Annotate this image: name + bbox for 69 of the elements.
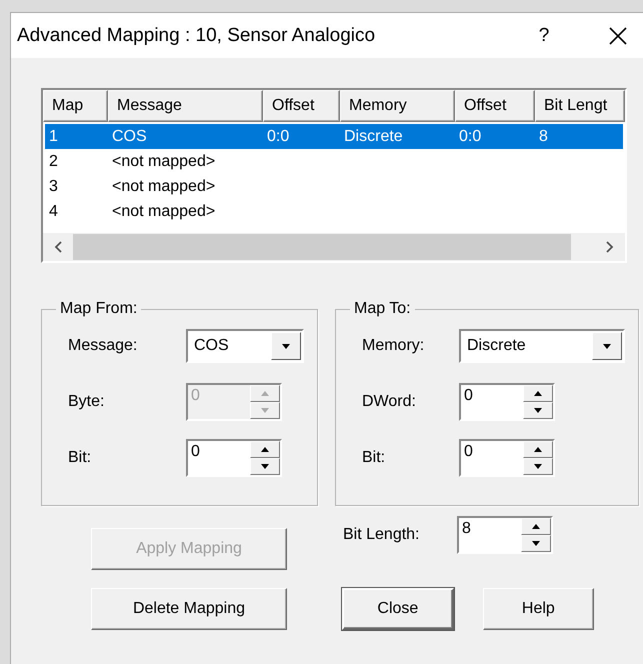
up-arrow-icon xyxy=(534,391,542,396)
down-arrow-icon xyxy=(261,408,269,413)
field-label: Bit: xyxy=(361,449,386,467)
list-cell-text: 0:0 xyxy=(266,128,290,146)
list-cell-text: 3 xyxy=(48,178,59,196)
spin-up-button[interactable] xyxy=(523,441,553,458)
down-arrow-icon xyxy=(261,464,269,469)
dropdown-button[interactable] xyxy=(592,332,622,360)
up-arrow-icon xyxy=(261,391,269,396)
up-arrow-icon xyxy=(261,447,269,452)
up-arrow-icon xyxy=(532,524,540,529)
close-icon xyxy=(609,26,627,44)
column-header[interactable]: Message xyxy=(108,90,263,122)
spin-field[interactable]: 8 xyxy=(457,516,553,554)
down-arrow-icon xyxy=(532,541,540,546)
spin-up-button[interactable] xyxy=(521,518,551,535)
spin-up-button[interactable] xyxy=(250,441,280,458)
list-cell-text: 0:0 xyxy=(458,128,482,146)
caret-icon xyxy=(603,344,611,348)
field-label: DWord: xyxy=(361,393,417,411)
spin-down-button[interactable] xyxy=(523,458,553,475)
scrollbar-thumb[interactable] xyxy=(73,234,571,260)
column-header[interactable]: Map xyxy=(43,90,108,122)
dialog-button[interactable]: Delete Mapping xyxy=(91,588,287,630)
help-button[interactable]: ? xyxy=(524,16,564,56)
horizontal-scrollbar[interactable] xyxy=(43,233,625,261)
field-label: Bit: xyxy=(67,449,92,467)
list-cell-text: 4 xyxy=(48,202,59,220)
chevron-right-icon xyxy=(606,241,614,253)
list-row[interactable]: 4 <not mapped> xyxy=(45,199,623,224)
spin-field[interactable]: 0 xyxy=(459,383,555,421)
list-cell-text: <not mapped> xyxy=(111,152,216,170)
down-arrow-icon xyxy=(534,464,542,469)
field-label: Bit Length: xyxy=(342,526,420,544)
caret-icon xyxy=(282,344,290,348)
spin-down-button[interactable] xyxy=(521,535,551,552)
list-row[interactable]: 3 <not mapped> xyxy=(45,174,623,199)
spin-field[interactable]: 0 xyxy=(186,439,282,477)
down-arrow-icon xyxy=(534,408,542,413)
window-title: Advanced Mapping : 10, Sensor Analogico xyxy=(17,24,376,46)
list-cell-text: <not mapped> xyxy=(111,202,216,220)
dropdown[interactable]: Discrete xyxy=(459,329,625,363)
dialog-button[interactable]: Help xyxy=(482,588,594,630)
list-cell-text: 1 xyxy=(48,128,59,146)
field-label: Memory: xyxy=(361,337,426,355)
list-row[interactable]: 2 <not mapped> xyxy=(45,149,623,174)
list-cell-text: <not mapped> xyxy=(111,178,216,196)
list-row[interactable]: 1 COS 0:0 Discrete 0:0 8 xyxy=(45,124,623,149)
column-header[interactable]: Memory xyxy=(340,90,455,122)
up-arrow-icon xyxy=(534,447,542,452)
dialog-button[interactable]: Close xyxy=(342,588,454,630)
dropdown-button[interactable] xyxy=(271,332,301,360)
spin-down-button[interactable] xyxy=(523,402,553,419)
column-header[interactable]: Bit Lengt xyxy=(535,90,625,122)
list-cell-text: 8 xyxy=(538,128,549,146)
field-label: Message: xyxy=(67,337,138,355)
group-title: Map To: xyxy=(353,300,412,318)
spin-down-button[interactable] xyxy=(250,458,280,475)
column-header[interactable]: Offset xyxy=(263,90,340,122)
spin-field[interactable]: 0 xyxy=(459,439,555,477)
group-title: Map From: xyxy=(59,300,138,318)
spin-up-button[interactable] xyxy=(523,385,553,402)
column-header[interactable]: Offset xyxy=(455,90,535,122)
list-cell-text: Discrete xyxy=(343,128,404,146)
chevron-left-icon xyxy=(54,241,62,253)
field-label: Byte: xyxy=(67,393,106,411)
list-cell-text: COS xyxy=(111,128,148,146)
dropdown[interactable]: COS xyxy=(186,329,304,363)
list-cell-text: 2 xyxy=(48,152,59,170)
